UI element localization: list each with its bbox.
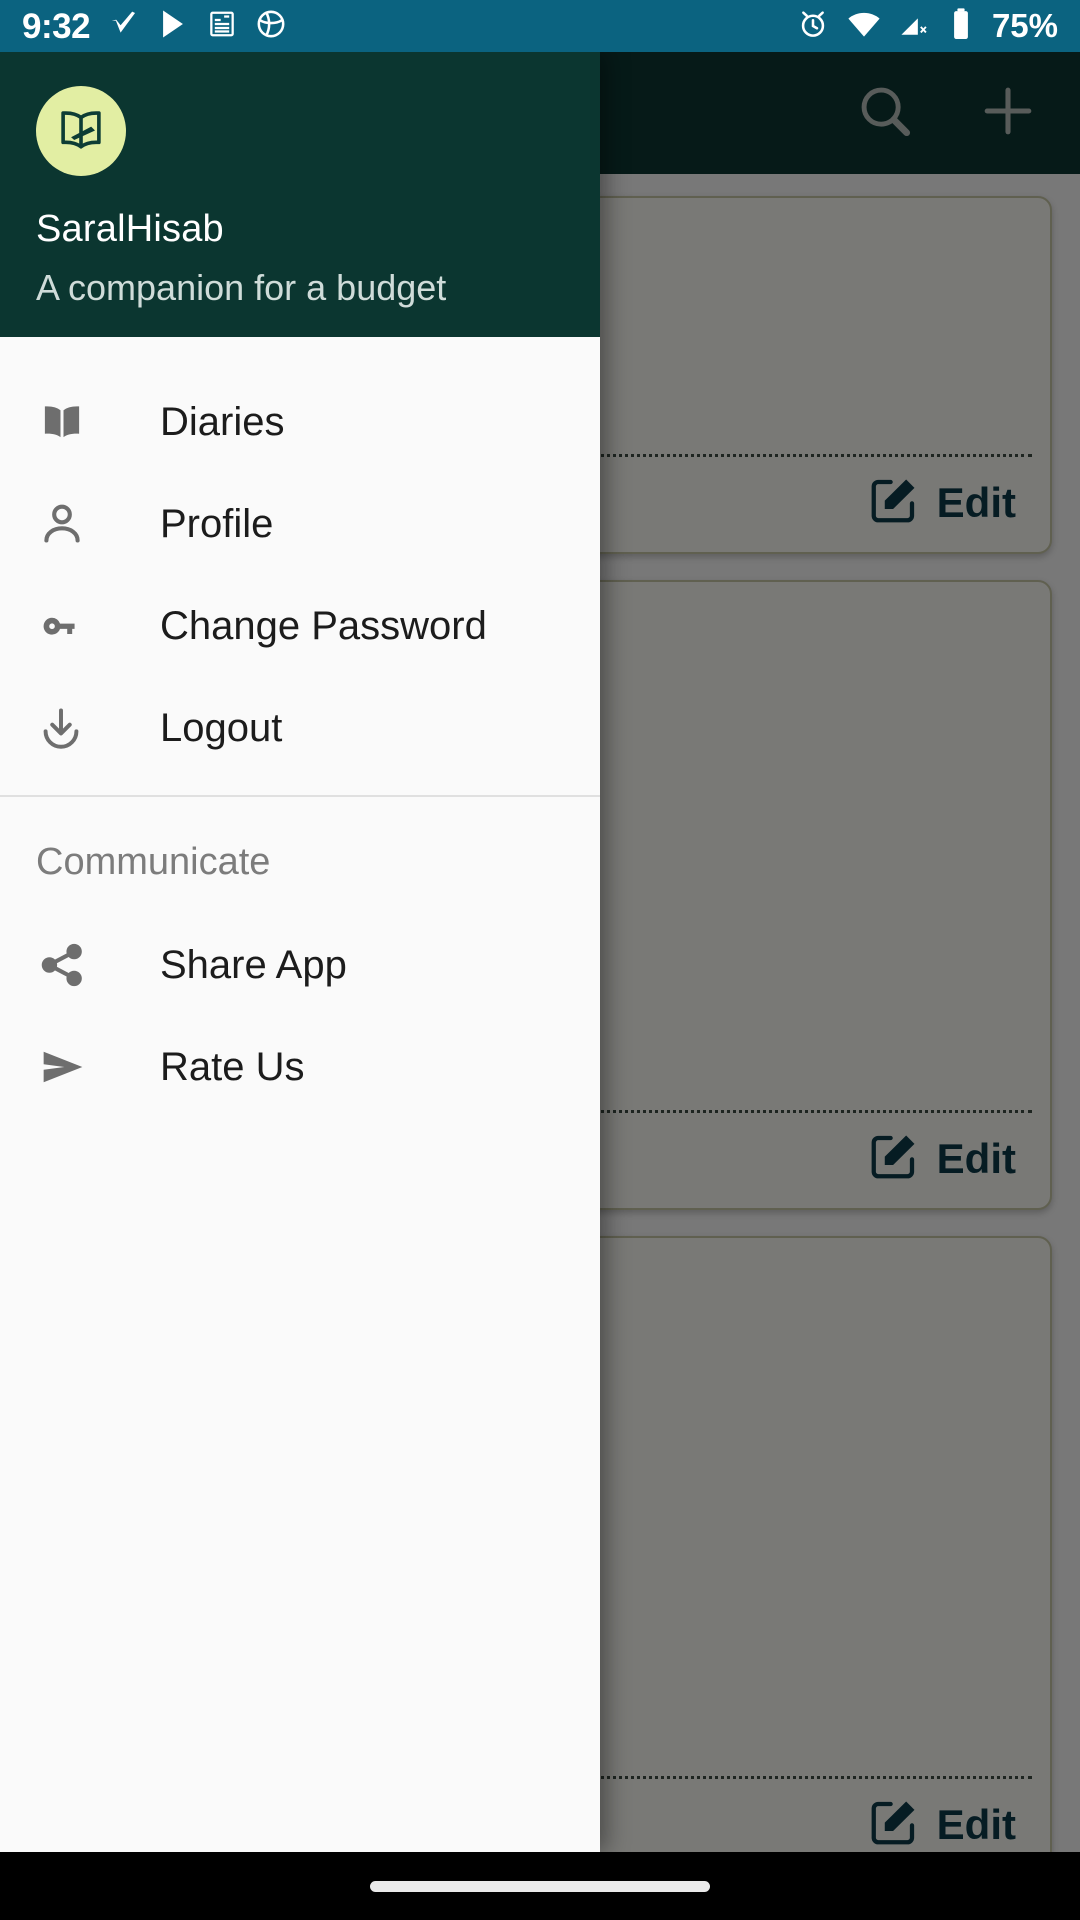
drawer-menu: Diaries Profile Change Password Logout C… bbox=[0, 337, 600, 1118]
system-navigation-bar bbox=[0, 1852, 1080, 1920]
news-icon bbox=[206, 8, 238, 45]
sidebar-item-label: Diaries bbox=[160, 399, 285, 444]
battery-percent: 75% bbox=[991, 7, 1058, 44]
sidebar-item-profile[interactable]: Profile bbox=[0, 473, 600, 575]
clock: 9:32 bbox=[22, 6, 91, 46]
person-icon bbox=[36, 498, 98, 550]
sidebar-item-label: Rate Us bbox=[160, 1044, 305, 1089]
drawer-section-label: Communicate bbox=[36, 841, 271, 883]
battery-icon bbox=[948, 6, 974, 47]
download-arrow-icon bbox=[36, 703, 98, 753]
sidebar-item-diaries[interactable]: Diaries bbox=[0, 371, 600, 473]
sidebar-item-label: Logout bbox=[160, 705, 283, 750]
send-arrow-icon bbox=[36, 1040, 98, 1094]
share-icon bbox=[36, 939, 98, 991]
book-icon bbox=[36, 396, 98, 448]
sidebar-item-label: Share App bbox=[160, 942, 347, 987]
status-bar-right: 75% bbox=[796, 6, 1058, 47]
open-book-pen-logo bbox=[36, 86, 126, 176]
sidebar-item-logout[interactable]: Logout bbox=[0, 677, 600, 779]
sidebar-item-rate-us[interactable]: Rate Us bbox=[0, 1016, 600, 1118]
checkmark-icon bbox=[106, 7, 140, 46]
app-tagline: A companion for a budget bbox=[36, 267, 447, 308]
play-store-icon bbox=[156, 7, 190, 46]
drawer-header: SaralHisab A companion for a budget bbox=[0, 52, 600, 337]
mobile-signal-off-icon bbox=[898, 7, 932, 46]
status-bar-left: 9:32 bbox=[22, 7, 288, 46]
home-gesture-pill[interactable] bbox=[370, 1880, 710, 1892]
status-bar: 9:32 75% bbox=[0, 0, 1080, 52]
alarm-icon bbox=[796, 7, 830, 46]
wifi-icon bbox=[846, 6, 882, 47]
sidebar-item-label: Profile bbox=[160, 501, 274, 546]
sidebar-item-change-password[interactable]: Change Password bbox=[0, 575, 600, 677]
sidebar-item-share-app[interactable]: Share App bbox=[0, 914, 600, 1016]
app-name: SaralHisab bbox=[36, 208, 224, 250]
browser-icon bbox=[254, 7, 288, 46]
sidebar-item-label: Change Password bbox=[160, 603, 487, 648]
key-icon bbox=[36, 600, 98, 652]
navigation-drawer: SaralHisab A companion for a budget Diar… bbox=[0, 52, 600, 1852]
